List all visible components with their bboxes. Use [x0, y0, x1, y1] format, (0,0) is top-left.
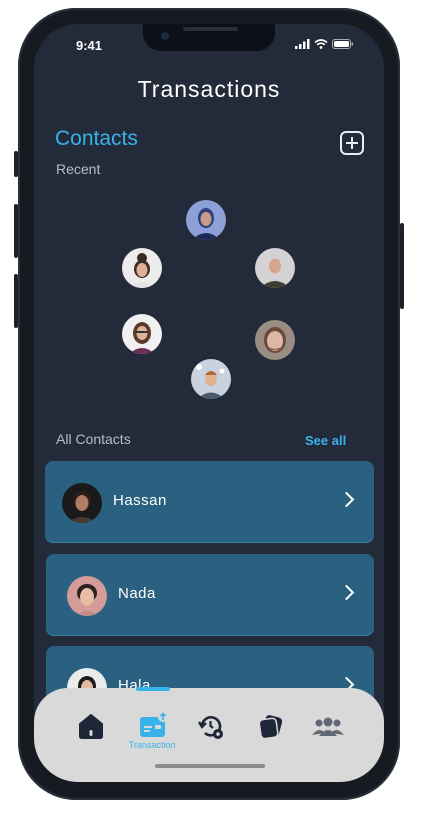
recent-contact-1[interactable]	[186, 200, 226, 240]
recent-contact-2[interactable]	[122, 248, 162, 288]
contact-row-nada[interactable]: Nada	[46, 554, 374, 636]
volume-down-button	[14, 274, 18, 328]
power-button	[400, 223, 404, 309]
recent-contact-3[interactable]	[255, 248, 295, 288]
tab-transaction-label: Transaction	[128, 740, 176, 750]
avatar	[67, 576, 107, 616]
recent-contact-4[interactable]	[122, 314, 162, 354]
signal-icon	[295, 39, 310, 49]
avatar	[62, 483, 102, 523]
all-contacts-label: All Contacts	[56, 431, 131, 447]
home-indicator	[155, 764, 265, 768]
volume-up-button	[14, 204, 18, 258]
tab-cards[interactable]	[251, 706, 291, 746]
group-icon	[312, 717, 344, 736]
contact-row-hassan[interactable]: Hassan	[45, 461, 374, 543]
chevron-right-icon	[338, 584, 355, 601]
history-settings-icon	[197, 716, 223, 739]
mute-switch	[14, 151, 18, 177]
contact-name: Hassan	[113, 492, 167, 509]
recent-contact-5[interactable]	[255, 320, 295, 360]
status-icons	[295, 39, 354, 49]
see-all-link[interactable]: See all	[305, 433, 346, 448]
app-screen: 9:41 Transactions Contacts Recent All Co…	[34, 24, 384, 782]
tab-group[interactable]	[308, 706, 348, 746]
contact-name: Nada	[118, 585, 156, 602]
tab-history[interactable]	[191, 706, 231, 746]
cards-icon	[258, 715, 283, 740]
home-icon	[79, 714, 103, 739]
page-title: Transactions	[137, 76, 281, 102]
battery-icon	[332, 39, 354, 49]
status-time: 9:41	[76, 38, 103, 53]
recent-contact-6[interactable]	[191, 359, 231, 399]
wifi-icon	[314, 39, 328, 49]
notch	[143, 24, 275, 51]
chevron-right-icon	[338, 491, 355, 508]
add-contact-button[interactable]	[340, 131, 364, 155]
recent-label: Recent	[56, 161, 101, 177]
active-tab-indicator	[136, 687, 170, 691]
tab-bar: Transaction	[34, 687, 384, 782]
tab-home[interactable]	[71, 706, 111, 746]
contacts-heading: Contacts	[55, 127, 138, 150]
